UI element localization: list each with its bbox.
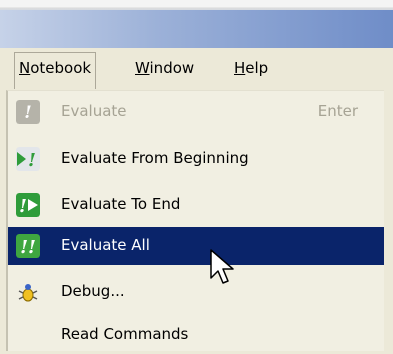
menu-item-evaluate-from-beginning[interactable]: ! Evaluate From Beginning	[8, 140, 384, 178]
menu-item-evaluate-to-end[interactable]: ! Evaluate To End	[8, 186, 384, 224]
svg-text:!: !	[19, 196, 27, 217]
menu-item-evaluate[interactable]: ! Evaluate Enter	[8, 93, 384, 131]
menubar: Notebook Window Help	[0, 48, 393, 90]
menu-window-label: indow	[149, 59, 195, 77]
menu-item-evaluate-all[interactable]: !! Evaluate All	[8, 227, 384, 265]
notebook-dropdown: ! Evaluate Enter ! Evaluate From Beginni…	[6, 90, 384, 351]
menu-help-label: elp	[245, 59, 269, 77]
svg-text:!: !	[24, 103, 31, 123]
svg-text:!: !	[28, 150, 36, 171]
menu-window[interactable]: Window	[131, 53, 198, 83]
svg-text:!!: !!	[20, 237, 36, 258]
title-bar	[0, 10, 393, 48]
menu-notebook-label: otebook	[30, 59, 92, 77]
mouse-cursor-icon	[210, 249, 234, 284]
menu-item-debug[interactable]: Debug...	[8, 273, 384, 311]
evaluate-to-end-icon: !	[16, 193, 40, 217]
menu-notebook[interactable]: Notebook	[14, 52, 97, 89]
evaluate-icon: !	[16, 100, 40, 124]
menu-help[interactable]: Help	[230, 53, 272, 83]
evaluate-all-icon: !!	[16, 234, 40, 258]
menu-item-read-commands[interactable]: Read Commands	[8, 316, 384, 354]
debug-icon	[18, 284, 38, 302]
evaluate-from-beginning-icon: !	[16, 147, 40, 171]
